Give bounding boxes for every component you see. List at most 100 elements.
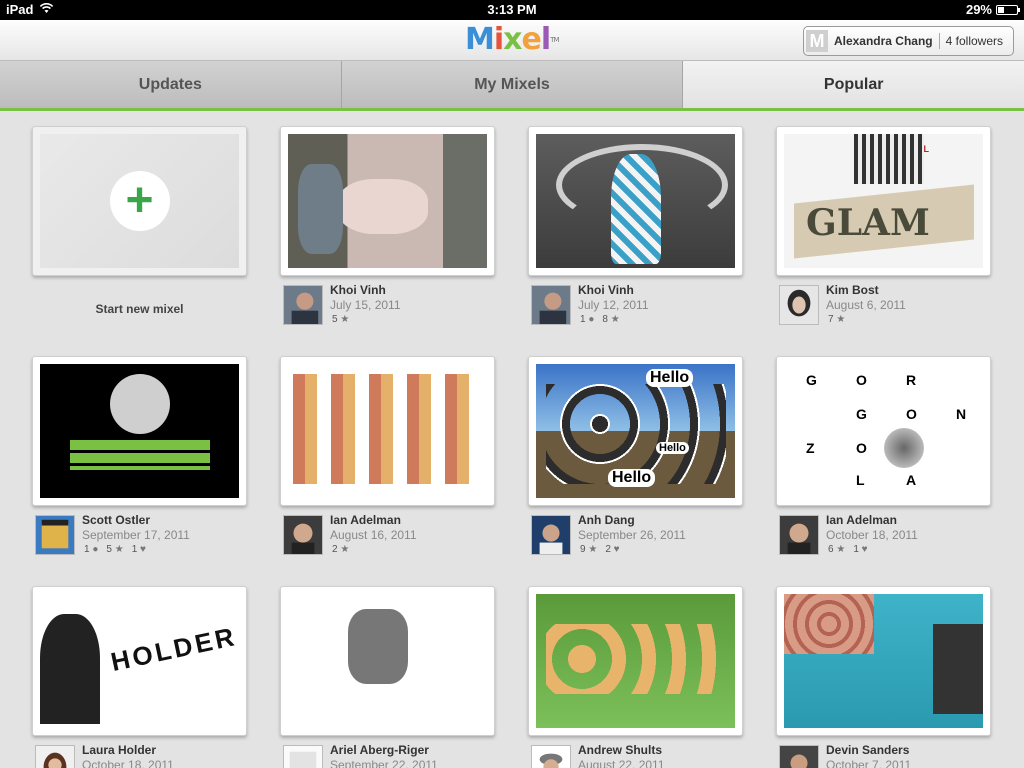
star-count: 5 ★ [332, 314, 350, 325]
author-avatar[interactable] [531, 285, 571, 325]
mixel-card[interactable]: Ian Adelman August 16, 2011 2 ★ [280, 356, 495, 563]
author-name[interactable]: Laura Holder [82, 743, 156, 757]
mixel-thumbnail[interactable] [536, 594, 735, 728]
tab-bar: Updates My Mixels Popular [0, 61, 1024, 111]
collage-caption: AIR MAIL [889, 144, 929, 154]
tab-my-mixels[interactable]: My Mixels [341, 61, 684, 108]
author-name[interactable]: Ariel Aberg-Riger [330, 743, 429, 757]
mixel-card[interactable]: Hello Hello Hello Anh Dang September 26,… [528, 356, 743, 563]
user-name: Alexandra Chang [833, 34, 933, 48]
author-name[interactable]: Khoi Vinh [330, 283, 386, 297]
author-avatar[interactable] [779, 515, 819, 555]
mixel-grid: + Start new mixel Khoi Vinh July 15, 201… [0, 111, 1024, 768]
logo-letter: M [465, 22, 495, 57]
mixel-thumbnail[interactable]: AIR MAIL GLAM [784, 134, 983, 268]
divider [938, 33, 940, 49]
mixel-stats: 1 ● 8 ★ [580, 314, 620, 325]
comment-count: 1 ● [84, 544, 99, 555]
author-name[interactable]: Andrew Shults [578, 743, 662, 757]
new-mixel-frame[interactable]: + [32, 126, 247, 276]
status-bar: iPad 3:13 PM 29% [0, 0, 1024, 20]
collage-caption: 'BUSTING MAKES ME FEEL GOOD! [84, 440, 197, 470]
like-count: 1 ♥ [853, 544, 868, 555]
mixel-thumbnail[interactable] [288, 594, 487, 728]
mixel-card[interactable]: Ariel Aberg-Riger September 22, 2011 [280, 586, 495, 768]
mixel-card[interactable]: Devin Sanders October 7, 2011 [776, 586, 991, 768]
mixel-meta: Anh Dang September 26, 2011 9 ★ 2 ♥ [528, 513, 743, 563]
author-name[interactable]: Scott Ostler [82, 513, 150, 527]
mixel-meta: Devin Sanders October 7, 2011 [776, 743, 991, 768]
tab-popular[interactable]: Popular [683, 61, 1024, 108]
author-avatar[interactable] [531, 745, 571, 768]
mixel-thumbnail[interactable]: Hello Hello Hello [536, 364, 735, 498]
collage-letter: Z [806, 440, 815, 456]
mixel-date: July 12, 2011 [578, 298, 649, 312]
star-count: 8 ★ [602, 314, 620, 325]
author-avatar[interactable] [283, 745, 323, 768]
logo-letter: l [540, 22, 551, 57]
logo-letter: e [521, 22, 542, 57]
author-name[interactable]: Kim Bost [826, 283, 879, 297]
battery-indicator: 29% [966, 2, 1020, 17]
author-name[interactable]: Ian Adelman [826, 513, 897, 527]
mixel-card[interactable]: HOLDER Laura Holder October 18, 2011 [32, 586, 247, 768]
mixel-thumbnail[interactable]: 'BUSTING MAKES ME FEEL GOOD! [40, 364, 239, 498]
new-mixel-card[interactable]: + Start new mixel [32, 126, 247, 316]
author-avatar[interactable] [283, 515, 323, 555]
tab-updates[interactable]: Updates [0, 61, 342, 108]
author-name[interactable]: Khoi Vinh [578, 283, 634, 297]
mixel-date: October 18, 2011 [826, 528, 918, 542]
user-profile-button[interactable]: M Alexandra Chang 4 followers [802, 26, 1014, 56]
collage-letter: R [906, 372, 917, 388]
author-avatar[interactable] [779, 285, 819, 325]
mixel-meta: Ariel Aberg-Riger September 22, 2011 [280, 743, 495, 768]
mixel-card[interactable]: Khoi Vinh July 15, 2011 5 ★ [280, 126, 495, 333]
like-count: 1 ♥ [131, 544, 146, 555]
author-name[interactable]: Devin Sanders [826, 743, 909, 757]
mixel-meta: Ian Adelman August 16, 2011 2 ★ [280, 513, 495, 563]
mixel-thumbnail[interactable]: HOLDER [40, 594, 239, 728]
author-avatar[interactable] [779, 745, 819, 768]
logo-letter: i [493, 22, 504, 57]
collage-caption: GLAM [806, 202, 930, 244]
mixel-meta: Kim Bost August 6, 2011 7 ★ [776, 283, 991, 333]
user-avatar: M [805, 30, 828, 52]
mixel-thumbnail[interactable]: G O R G O N Z O L A [784, 364, 983, 498]
collage-letter: G [856, 406, 867, 422]
mixel-thumbnail[interactable] [288, 134, 487, 268]
follower-count: 4 followers [945, 34, 1003, 48]
mixel-card[interactable]: G O R G O N Z O L A Ian Adelman October … [776, 356, 991, 563]
collage-letter: L [856, 472, 865, 488]
collage-letter: O [856, 372, 867, 388]
comment-icon: ● [92, 544, 99, 555]
collage-caption: Hello [656, 442, 689, 454]
new-mixel-tile[interactable]: + [40, 134, 239, 268]
author-avatar[interactable] [35, 515, 75, 555]
mixel-thumbnail[interactable] [784, 594, 983, 728]
mixel-logo[interactable]: MixelTM [465, 22, 560, 57]
star-count: 7 ★ [828, 314, 846, 325]
mixel-date: August 16, 2011 [330, 528, 417, 542]
author-name[interactable]: Anh Dang [578, 513, 635, 527]
mixel-card[interactable]: 'BUSTING MAKES ME FEEL GOOD! Scott Ostle… [32, 356, 247, 563]
app-header: MixelTM M Alexandra Chang 4 followers [0, 20, 1024, 61]
star-icon: ★ [836, 544, 846, 555]
author-avatar[interactable] [531, 515, 571, 555]
plus-icon[interactable]: + [109, 171, 170, 231]
mixel-date: August 22, 2011 [578, 758, 665, 768]
star-count: 2 ★ [332, 544, 350, 555]
mixel-thumbnail[interactable] [536, 134, 735, 268]
start-new-mixel-label[interactable]: Start new mixel [32, 302, 247, 316]
star-count: 6 ★ [828, 544, 846, 555]
mixel-thumbnail[interactable] [288, 364, 487, 498]
author-avatar[interactable] [35, 745, 75, 768]
mixel-stats: 9 ★ 2 ♥ [580, 544, 620, 555]
mixel-meta: Ian Adelman October 18, 2011 6 ★ 1 ♥ [776, 513, 991, 563]
mixel-card[interactable]: Andrew Shults August 22, 2011 [528, 586, 743, 768]
mixel-card[interactable]: AIR MAIL GLAM Kim Bost August 6, 2011 7 … [776, 126, 991, 333]
author-name[interactable]: Ian Adelman [330, 513, 401, 527]
mixel-date: July 15, 2011 [330, 298, 401, 312]
star-icon: ★ [114, 544, 124, 555]
mixel-card[interactable]: Khoi Vinh July 12, 2011 1 ● 8 ★ [528, 126, 743, 333]
author-avatar[interactable] [283, 285, 323, 325]
